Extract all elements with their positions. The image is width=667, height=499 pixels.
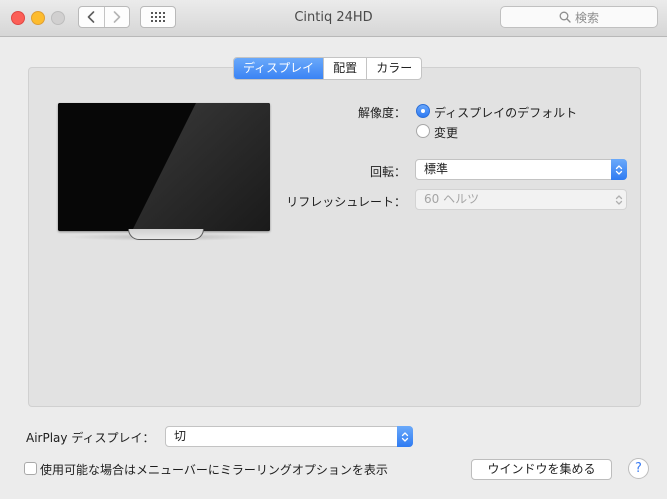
tab-display[interactable]: ディスプレイ <box>234 58 324 79</box>
resolution-scaled-label[interactable]: 変更 <box>434 124 458 141</box>
search-icon <box>559 11 571 23</box>
refresh-rate-value: 60 ヘルツ <box>424 192 480 206</box>
resolution-default-label[interactable]: ディスプレイのデフォルト <box>434 104 577 121</box>
mirroring-checkbox-label[interactable]: 使用可能な場合はメニューバーにミラーリングオプションを表示 <box>40 461 388 478</box>
refresh-rate-label: リフレッシュレート： <box>286 195 406 209</box>
airplay-select[interactable]: 切 <box>165 426 413 447</box>
select-arrows-icon <box>397 426 413 447</box>
help-icon[interactable]: ? <box>628 458 649 479</box>
title-bar: Cintiq 24HD 検索 <box>0 0 667 37</box>
rotation-value: 標準 <box>424 162 449 176</box>
search-placeholder: 検索 <box>574 10 599 25</box>
monitor-image <box>58 103 270 231</box>
rotation-select[interactable]: 標準 <box>415 159 627 180</box>
airplay-label: AirPlay ディスプレイ： <box>26 431 155 445</box>
select-arrows-icon <box>611 189 627 210</box>
mirroring-checkbox[interactable] <box>24 462 37 475</box>
tab-bar: ディスプレイ 配置 カラー <box>233 57 423 80</box>
monitor-screen-glare <box>58 103 270 231</box>
monitor-stand <box>128 229 204 240</box>
airplay-value: 切 <box>174 429 187 443</box>
search-field[interactable]: 検索 <box>500 6 658 28</box>
rotation-label: 回転： <box>369 165 406 179</box>
resolution-label: 解像度： <box>357 106 406 120</box>
tab-color[interactable]: カラー <box>366 58 421 79</box>
gather-windows-button[interactable]: ウインドウを集める <box>471 459 612 480</box>
refresh-rate-select[interactable]: 60 ヘルツ <box>415 189 627 210</box>
select-arrows-icon <box>611 159 627 180</box>
resolution-scaled-radio[interactable] <box>416 124 430 138</box>
tab-arrangement[interactable]: 配置 <box>323 58 366 79</box>
resolution-default-radio[interactable] <box>416 104 430 118</box>
